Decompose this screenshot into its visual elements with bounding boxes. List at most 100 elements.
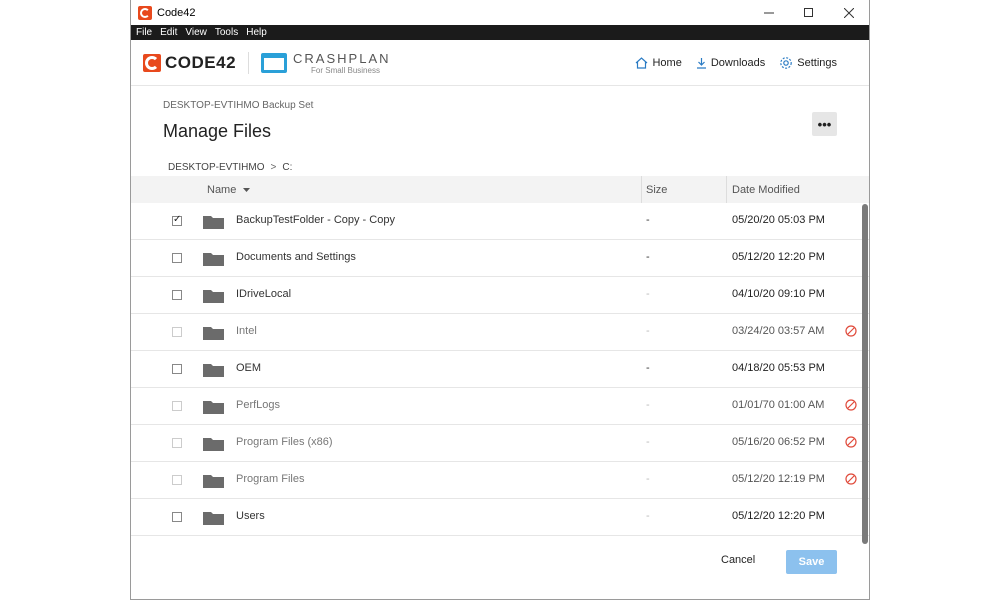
table-row[interactable]: Users - 05/12/20 12:20 PM — [131, 499, 869, 536]
table-row[interactable]: OEM - 04/18/20 05:53 PM — [131, 351, 869, 388]
app-window: Code42 File Edit View Tools Help CODE42 — [130, 0, 870, 600]
backup-set-label: DESKTOP-EVTIHMO Backup Set — [163, 100, 314, 111]
breadcrumb-separator: > — [270, 162, 277, 173]
row-checkbox[interactable] — [172, 214, 182, 226]
row-checkbox — [172, 438, 182, 448]
folder-icon — [203, 253, 224, 266]
file-name: PerfLogs — [236, 399, 281, 411]
folder-icon — [203, 216, 224, 229]
excluded-icon — [845, 436, 857, 448]
table-header: Name Size Date Modified — [131, 176, 869, 203]
file-size: - — [646, 473, 650, 485]
table-row[interactable]: IDriveLocal - 04/10/20 09:10 PM — [131, 277, 869, 314]
file-name: Documents and Settings — [236, 251, 356, 263]
app-header: CODE42 CRASHPLAN For Small Business Home… — [131, 40, 869, 86]
file-size: - — [646, 362, 650, 374]
file-name: OEM — [236, 362, 262, 374]
file-date: 03/24/20 03:57 AM — [732, 325, 825, 337]
file-table: Name Size Date Modified BackupTestFolder… — [131, 176, 869, 536]
column-header-size[interactable]: Size — [646, 184, 667, 196]
file-date: 01/01/70 01:00 AM — [732, 399, 825, 411]
row-checkbox[interactable] — [172, 290, 182, 300]
save-button[interactable]: Save — [786, 550, 837, 574]
row-checkbox[interactable] — [172, 253, 182, 263]
minimize-icon — [764, 12, 774, 13]
file-size: - — [646, 251, 650, 263]
crashplan-logo-icon — [261, 52, 288, 73]
nav-downloads-label: Downloads — [710, 57, 766, 69]
file-date: 05/12/20 12:19 PM — [732, 473, 825, 485]
window-title: Code42 — [157, 6, 196, 19]
close-icon — [844, 7, 854, 18]
file-size: - — [646, 399, 650, 411]
sort-down-icon — [243, 187, 251, 192]
nav-settings-label: Settings — [797, 57, 837, 69]
nav-home-label: Home — [652, 57, 682, 69]
file-name: Users — [236, 510, 265, 522]
file-size: - — [646, 288, 650, 300]
code42-app-icon — [138, 5, 152, 20]
menu-bar: File Edit View Tools Help — [131, 25, 869, 40]
file-name: IDriveLocal — [236, 288, 292, 300]
breadcrumb-root[interactable]: DESKTOP-EVTIHMO — [168, 162, 265, 173]
breadcrumb: DESKTOP-EVTIHMO > C: — [168, 162, 292, 173]
crashplan-logo-text: CRASHPLAN — [293, 50, 391, 66]
file-date: 05/16/20 06:52 PM — [732, 436, 825, 448]
maximize-icon — [804, 7, 813, 17]
excluded-icon — [845, 399, 857, 411]
file-date: 05/20/20 05:03 PM — [732, 214, 825, 226]
cancel-button[interactable]: Cancel — [721, 554, 755, 566]
column-header-name[interactable]: Name — [207, 184, 251, 196]
row-checkbox — [172, 327, 182, 337]
menu-file[interactable]: File — [136, 27, 152, 38]
excluded-icon — [845, 473, 857, 485]
table-row[interactable]: Intel - 03/24/20 03:57 AM — [131, 314, 869, 351]
file-name: Program Files (x86) — [236, 436, 333, 448]
close-button[interactable] — [829, 0, 869, 25]
table-row[interactable]: BackupTestFolder - Copy - Copy - 05/20/2… — [131, 203, 869, 240]
breadcrumb-current: C: — [282, 162, 293, 173]
nav-settings[interactable]: Settings — [779, 56, 837, 70]
gear-icon — [780, 57, 793, 69]
table-row[interactable]: Program Files - 05/12/20 12:19 PM — [131, 462, 869, 499]
menu-help[interactable]: Help — [246, 27, 267, 38]
menu-edit[interactable]: Edit — [160, 27, 177, 38]
excluded-icon — [845, 325, 857, 337]
column-divider — [726, 176, 727, 203]
minimize-button[interactable] — [749, 0, 789, 25]
file-size: - — [646, 214, 650, 226]
table-row[interactable]: Documents and Settings - 05/12/20 12:20 … — [131, 240, 869, 277]
download-icon — [696, 58, 706, 69]
code42-logo-icon — [143, 53, 161, 72]
folder-icon — [203, 401, 224, 414]
title-bar: Code42 — [131, 0, 869, 25]
row-checkbox — [172, 401, 182, 411]
more-options-button[interactable]: ••• — [812, 112, 837, 136]
window-controls — [749, 0, 869, 25]
file-name: Intel — [236, 325, 257, 337]
file-name: Program Files — [236, 473, 305, 485]
column-header-date[interactable]: Date Modified — [732, 184, 800, 196]
crashplan-logo: CRASHPLAN For Small Business — [261, 51, 390, 75]
menu-tools[interactable]: Tools — [215, 27, 238, 38]
row-checkbox[interactable] — [172, 512, 182, 522]
table-scrollbar[interactable] — [862, 204, 868, 544]
file-size: - — [646, 325, 650, 337]
folder-icon — [203, 475, 224, 488]
file-size: - — [646, 436, 650, 448]
file-date: 04/10/20 09:10 PM — [732, 288, 825, 300]
folder-icon — [203, 290, 224, 303]
file-date: 05/12/20 12:20 PM — [732, 251, 825, 263]
table-row[interactable]: Program Files (x86) - 05/16/20 06:52 PM — [131, 425, 869, 462]
nav-home[interactable]: Home — [635, 57, 682, 69]
maximize-button[interactable] — [789, 0, 829, 25]
table-row[interactable]: PerfLogs - 01/01/70 01:00 AM — [131, 388, 869, 425]
nav-downloads[interactable]: Downloads — [696, 57, 765, 69]
crashplan-logo-subtitle: For Small Business — [311, 65, 380, 75]
file-name: BackupTestFolder - Copy - Copy — [236, 214, 395, 226]
column-header-name-label: Name — [207, 183, 237, 196]
file-date: 05/12/20 12:20 PM — [732, 510, 825, 522]
menu-view[interactable]: View — [185, 27, 207, 38]
row-checkbox[interactable] — [172, 364, 182, 374]
logo-divider — [248, 51, 250, 74]
